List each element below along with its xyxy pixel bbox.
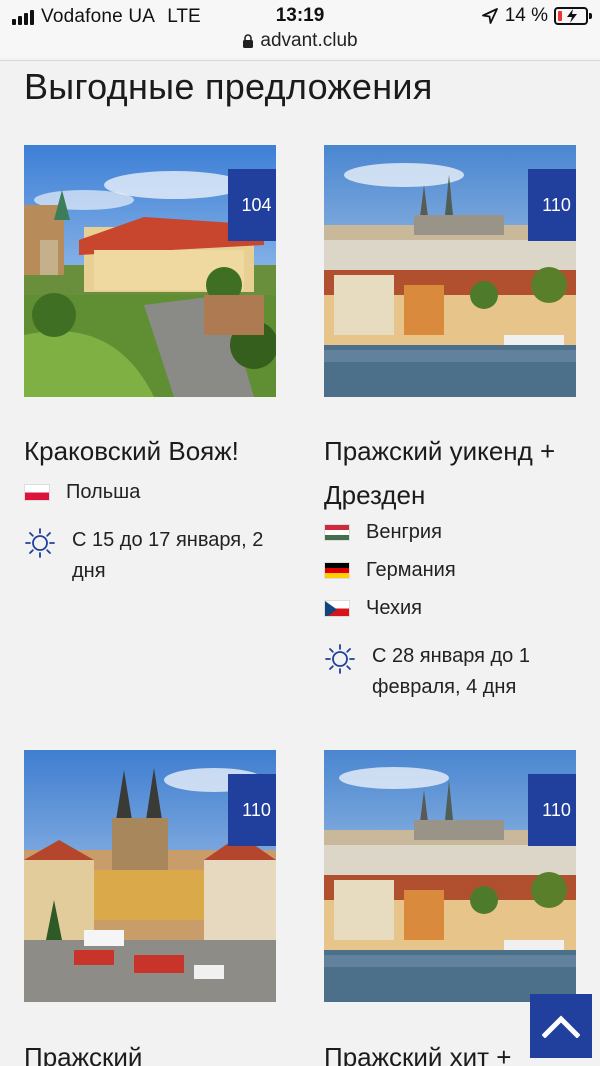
flag-germany-icon: [324, 561, 350, 579]
country-name: Германия: [366, 558, 456, 581]
offer-meta: Венгрия Германия Чехия С 28 января до 1 …: [324, 513, 584, 703]
section-title: Выгодные предложения: [24, 66, 433, 107]
offer-title[interactable]: Пражский уикенд + Дрезден: [324, 429, 584, 517]
price-badge: 110 €: [528, 774, 576, 846]
country-name: Венгрия: [366, 520, 442, 543]
country-item: Германия: [324, 551, 584, 589]
flag-poland-icon: [24, 483, 50, 501]
offer-dates: С 15 до 17 января, 2 дня: [24, 525, 284, 587]
url-text: advant.club: [260, 30, 358, 51]
offer-dates: С 28 января до 1 февраля, 4 дня: [324, 641, 584, 703]
status-bar: Vodafone UA LTE 13:19 14 %: [0, 0, 600, 34]
price-badge: 110 €: [228, 774, 276, 846]
battery-percent: 14 %: [504, 5, 548, 26]
offer-meta: Польша С 15 до 17 января, 2 дня: [24, 473, 284, 587]
offer-title[interactable]: Пражский: [24, 1035, 284, 1066]
lock-icon: [243, 34, 254, 48]
country-item: Венгрия: [324, 513, 584, 551]
offer-photo-prague-oldtown[interactable]: 110 €: [24, 750, 276, 1002]
status-right: 14 %: [481, 5, 592, 27]
location-arrow-icon: [481, 8, 498, 24]
country-item: Польша: [24, 473, 284, 511]
flag-hungary-icon: [324, 523, 350, 541]
offer-photo-krakow[interactable]: 104 €: [24, 145, 276, 397]
address-bar[interactable]: advant.club: [0, 30, 600, 58]
price-badge: 104 €: [228, 169, 276, 241]
flag-czech-icon: [324, 599, 350, 617]
price-badge: 110 €: [528, 169, 576, 241]
sun-icon: [25, 528, 55, 558]
chevron-up-icon: [542, 1015, 580, 1038]
battery-icon: [554, 7, 592, 25]
offer-photo-prague[interactable]: 110 €: [324, 145, 576, 397]
divider: [0, 60, 600, 61]
dates-text: С 15 до 17 января, 2 дня: [72, 529, 264, 582]
country-item: Чехия: [324, 589, 584, 627]
offer-photo-prague-castle[interactable]: 110 €: [324, 750, 576, 1002]
dates-text: С 28 января до 1 февраля, 4 дня: [372, 645, 530, 698]
offer-title[interactable]: Краковский Вояж!: [24, 429, 284, 473]
scroll-to-top-button[interactable]: [530, 994, 592, 1058]
sun-icon: [325, 644, 355, 674]
country-name: Чехия: [366, 596, 423, 619]
country-name: Польша: [66, 480, 141, 503]
